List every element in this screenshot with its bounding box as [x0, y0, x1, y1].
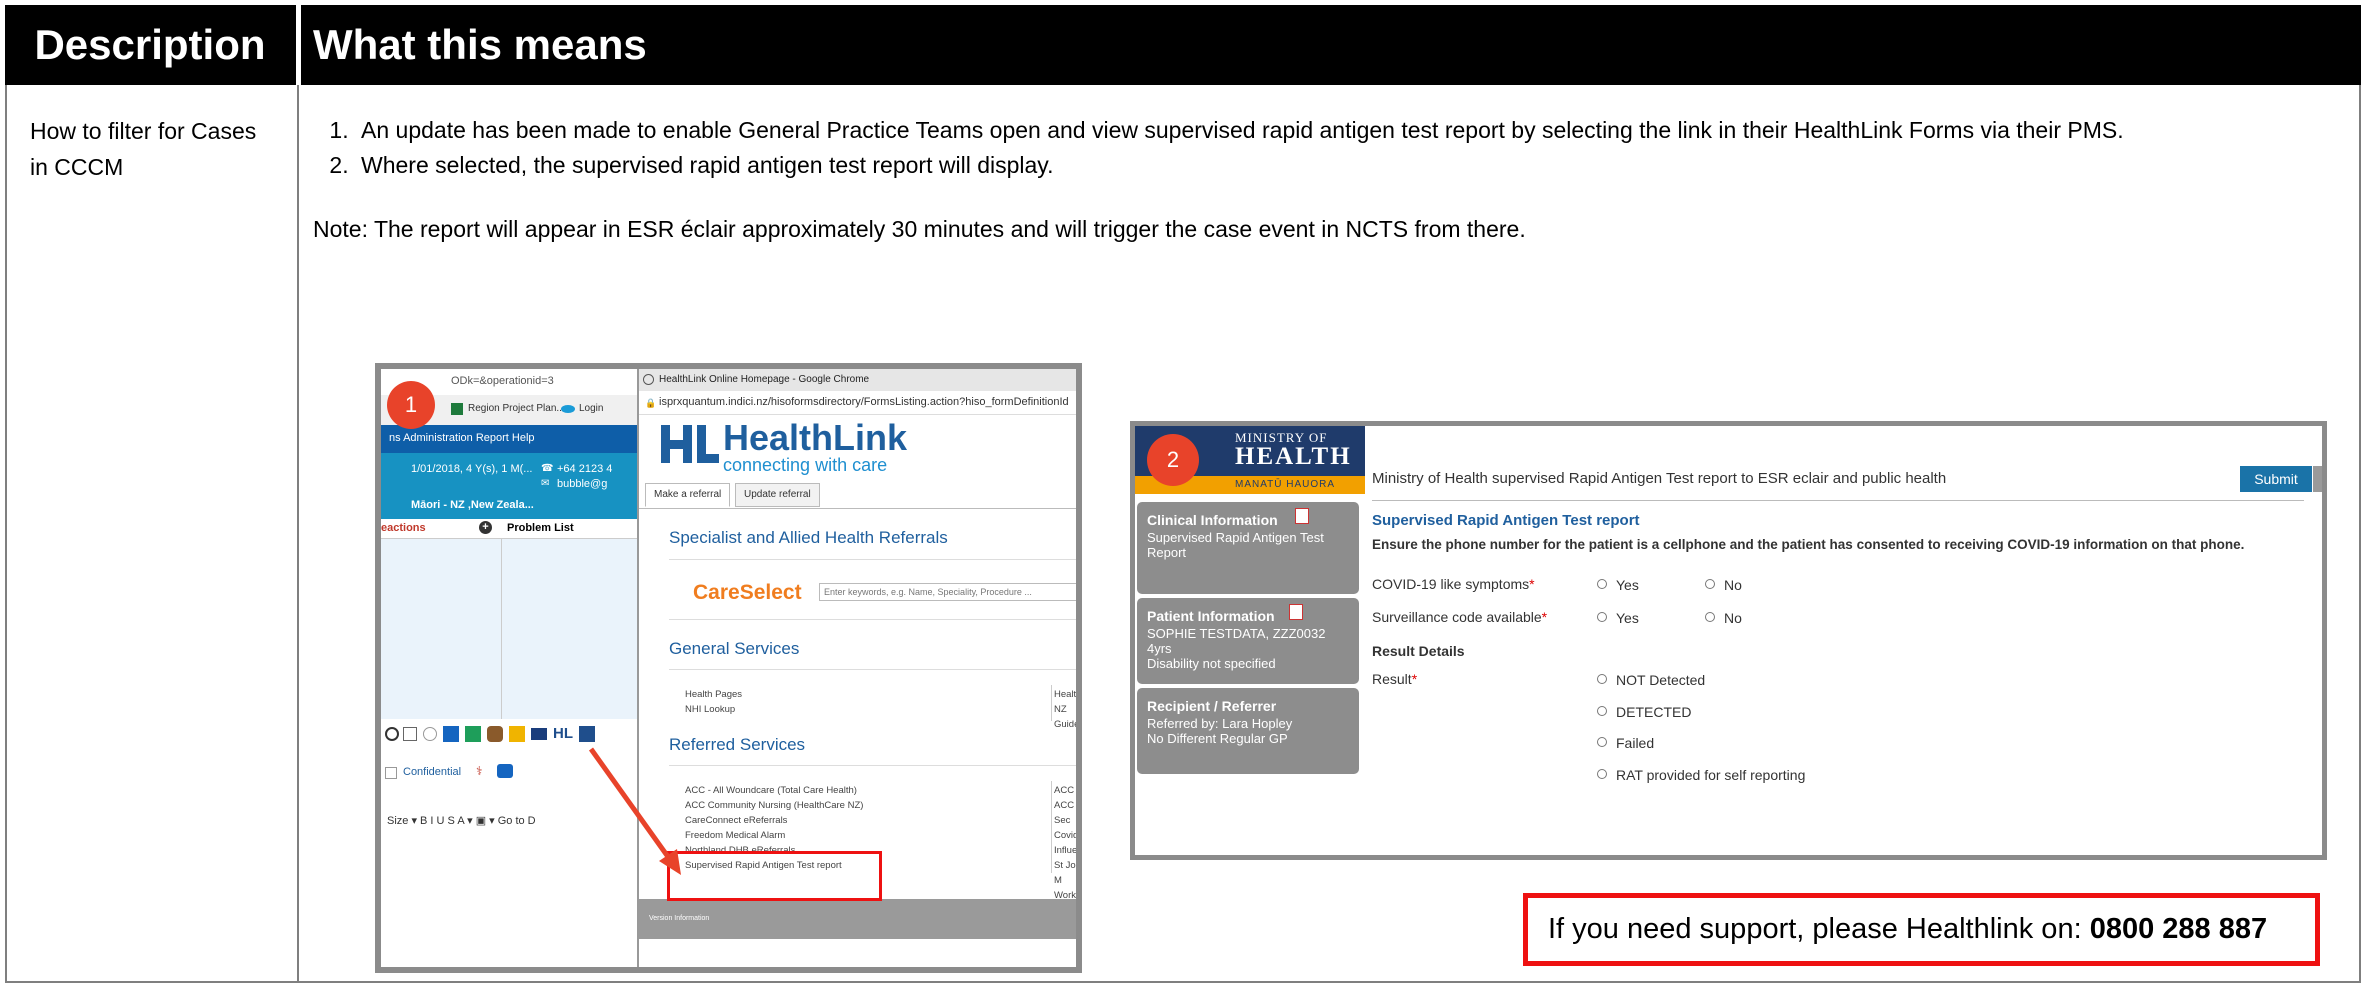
result-option: NOT Detected	[1616, 672, 1706, 688]
result-label: Result	[1372, 671, 1412, 687]
form-heading: Supervised Rapid Antigen Test report	[1372, 512, 1640, 529]
step-badge-1: 1	[387, 381, 435, 429]
yes-label: Yes	[1616, 610, 1639, 626]
patient-info-line: Disability not specified	[1147, 656, 1276, 671]
submit-button[interactable]: Submit	[2240, 466, 2312, 492]
moh-logo-line2: HEALTH	[1235, 443, 1352, 470]
yes-label: Yes	[1616, 577, 1639, 593]
result-details-heading: Result Details	[1372, 643, 1465, 659]
screenshot-pms-healthlink: ODk=&operationid=3 Region Project Plan..…	[375, 363, 1082, 973]
result-option: Failed	[1616, 735, 1655, 751]
screenshot-rat-form: MINISTRY OF HEALTH MANATŪ HAUORA 2 Minis…	[1130, 421, 2327, 860]
required-mark: *	[1529, 576, 1535, 592]
symptoms-yes-radio[interactable]	[1597, 579, 1607, 589]
pointer-arrow	[588, 747, 681, 875]
symptoms-no-radio[interactable]	[1705, 579, 1715, 589]
result-question: Result*	[1372, 671, 1417, 687]
clinical-info-line: Report	[1147, 545, 1187, 560]
surveillance-yes-radio[interactable]	[1597, 612, 1607, 622]
scroll-edge	[2313, 466, 2322, 492]
support-phone[interactable]: 0800 288 887	[2090, 913, 2267, 946]
recipient-line: Referred by: Lara Hopley	[1147, 716, 1293, 731]
required-mark: *	[1411, 671, 1418, 687]
no-label: No	[1724, 610, 1742, 626]
result-option: DETECTED	[1616, 704, 1692, 720]
result-not-detected-radio[interactable]	[1597, 674, 1607, 684]
header-description: Description	[34, 21, 266, 68]
clinical-info-line: Supervised Rapid Antigen Test	[1147, 530, 1324, 545]
pdf-icon[interactable]	[1295, 508, 1309, 524]
pdf-icon[interactable]	[1289, 604, 1303, 620]
header-meaning: What this means	[313, 21, 647, 68]
patient-info-title: Patient Information	[1147, 608, 1275, 624]
surveillance-no-radio[interactable]	[1705, 612, 1715, 622]
no-label: No	[1724, 577, 1742, 593]
patient-info-panel[interactable]: Patient Information SOPHIE TESTDATA, ZZZ…	[1137, 598, 1359, 684]
support-callout: If you need support, please Healthlink o…	[1523, 893, 2320, 966]
row-description: How to filter for Cases in CCCM	[30, 118, 257, 180]
patient-info-line: SOPHIE TESTDATA, ZZZ0032	[1147, 626, 1326, 641]
instruction-list: An update has been made to enable Genera…	[313, 113, 2369, 183]
result-detected-radio[interactable]	[1597, 706, 1607, 716]
consent-instruction: Ensure the phone number for the patient …	[1372, 537, 2245, 552]
patient-info-line: 4yrs	[1147, 641, 1172, 656]
list-item: Where selected, the supervised rapid ant…	[355, 148, 2369, 183]
header-divider	[296, 5, 301, 85]
recipient-title: Recipient / Referrer	[1147, 698, 1277, 714]
recipient-panel[interactable]: Recipient / Referrer Referred by: Lara H…	[1137, 688, 1359, 774]
surveillance-label: Surveillance code available	[1372, 609, 1542, 625]
form-title: Ministry of Health supervised Rapid Anti…	[1372, 470, 1947, 487]
step-badge-2: 2	[1147, 434, 1199, 486]
result-failed-radio[interactable]	[1597, 737, 1607, 747]
result-self-report-radio[interactable]	[1597, 769, 1607, 779]
moh-logo-line3: MANATŪ HAUORA	[1235, 479, 1336, 490]
required-mark: *	[1541, 609, 1548, 625]
note-text: Note: The report will appear in ESR écla…	[313, 216, 1526, 242]
column-divider	[297, 5, 299, 983]
clinical-info-panel[interactable]: Clinical Information Supervised Rapid An…	[1137, 502, 1359, 594]
symptoms-label: COVID-19 like symptoms	[1372, 576, 1530, 592]
recipient-line: No Different Regular GP	[1147, 731, 1288, 746]
support-text: If you need support, please Healthlink o…	[1548, 913, 2090, 945]
surveillance-question: Surveillance code available*	[1372, 609, 1547, 625]
symptoms-question: COVID-19 like symptoms*	[1372, 576, 1535, 592]
result-option: RAT provided for self reporting	[1616, 767, 1806, 783]
list-item: An update has been made to enable Genera…	[355, 113, 2369, 148]
clinical-info-title: Clinical Information	[1147, 512, 1278, 528]
